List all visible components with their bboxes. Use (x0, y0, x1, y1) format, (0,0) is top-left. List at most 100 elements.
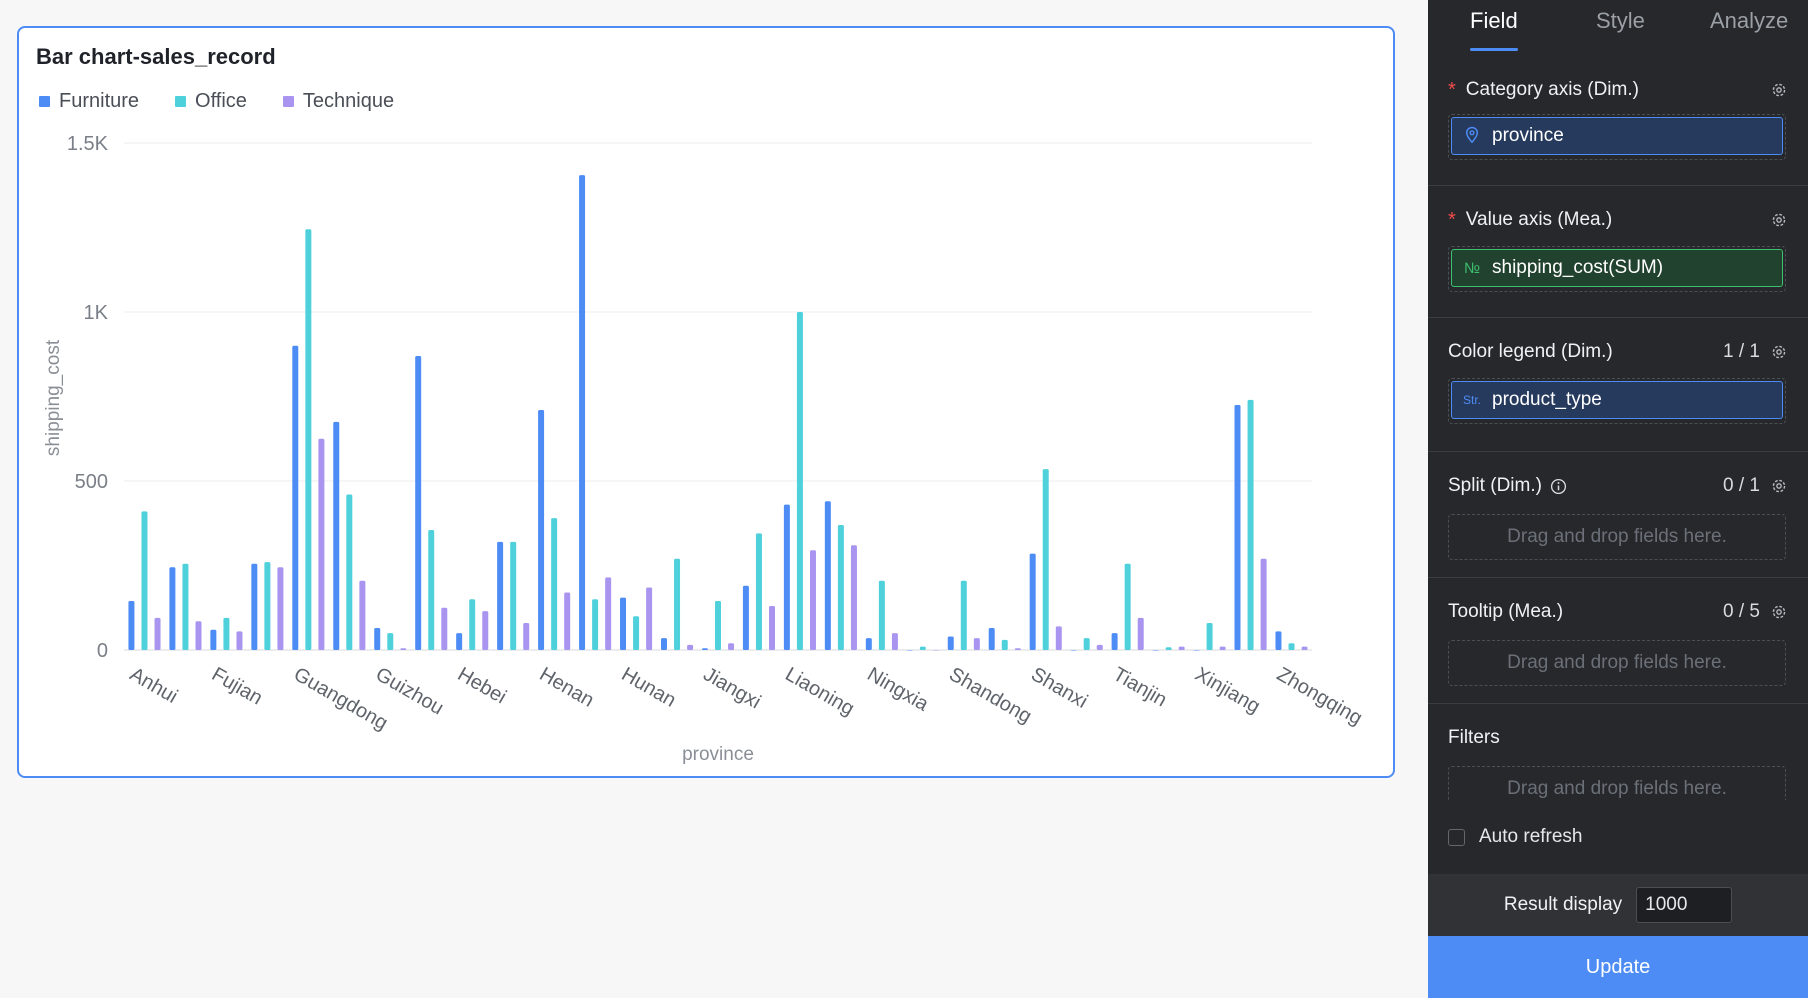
bar-office-heilongjiang[interactable] (510, 541, 517, 650)
bar-technique-shandong[interactable] (973, 638, 980, 650)
bar-technique-liaoning[interactable] (809, 550, 816, 650)
bar-office-liaoning[interactable] (796, 312, 803, 650)
color-legend-drop-zone[interactable]: Str. product_type (1448, 378, 1786, 424)
bar-technique-jilin[interactable] (769, 606, 776, 650)
bar-office-xinjiang[interactable] (1206, 622, 1213, 650)
bar-furniture-guangdong[interactable] (292, 345, 299, 650)
tab-field[interactable]: Field (1470, 8, 1518, 34)
bar-office-jilin[interactable] (755, 533, 762, 650)
bar-furniture-xinjiang[interactable] (1193, 650, 1200, 651)
gear-icon[interactable] (1770, 81, 1788, 99)
bar-office-inner-mongolia[interactable] (674, 558, 681, 650)
bar-furniture-heilongjiang[interactable] (497, 541, 504, 650)
bar-office-jiangxi[interactable] (715, 600, 721, 650)
bar-office-guangdong[interactable] (305, 229, 312, 650)
value-axis-drop-zone[interactable]: № shipping_cost(SUM) (1448, 246, 1786, 292)
bar-furniture-shandong[interactable] (947, 636, 954, 650)
bar-office-tibet[interactable] (1165, 647, 1172, 650)
bar-technique-fujian[interactable] (236, 631, 243, 650)
bar-office-fujian[interactable] (223, 617, 230, 650)
bar-technique-gansu[interactable] (277, 567, 284, 650)
tab-analyze[interactable]: Analyze (1710, 8, 1788, 34)
bar-technique-shanxi[interactable] (1055, 626, 1062, 650)
bar-furniture-tianjin[interactable] (1111, 633, 1118, 650)
bar-technique-jiangxi[interactable] (728, 643, 735, 650)
bar-office-gansu[interactable] (264, 562, 271, 650)
bar-technique-tibet[interactable] (1178, 646, 1185, 650)
bar-furniture-ningxia2[interactable] (865, 638, 872, 650)
bar-furniture-guizhou[interactable] (374, 628, 381, 650)
tab-style[interactable]: Style (1596, 8, 1645, 34)
gear-icon[interactable] (1770, 603, 1788, 621)
bar-technique-hubei[interactable] (605, 577, 612, 650)
bar-office-zhongqing[interactable] (1288, 643, 1295, 650)
bar-furniture-hebei[interactable] (456, 633, 463, 650)
bar-technique-tianjin[interactable] (1137, 617, 1144, 650)
bar-technique-hainan[interactable] (441, 607, 448, 650)
bar-office-beijing[interactable] (182, 563, 189, 650)
bar-furniture-jiangxi[interactable] (701, 648, 708, 650)
bar-furniture-guangxi[interactable] (333, 421, 340, 650)
bar-technique-hebei[interactable] (482, 611, 489, 650)
bar-furniture-sichuan[interactable] (1070, 650, 1077, 651)
bar-technique-xinjiang[interactable] (1219, 646, 1226, 650)
field-pill-province[interactable]: province (1451, 117, 1783, 155)
bar-office-shanxi[interactable] (1042, 469, 1049, 650)
bar-office-ningxia[interactable] (837, 524, 844, 650)
bar-technique-sichuan[interactable] (1096, 644, 1103, 650)
filters-drop-zone[interactable]: Drag and drop fields here. (1448, 766, 1786, 800)
bar-technique-inner-mongolia[interactable] (687, 644, 694, 650)
bar-office-hubei[interactable] (592, 599, 599, 650)
info-icon[interactable] (1550, 478, 1567, 495)
bar-technique-shanghai[interactable] (1014, 648, 1021, 650)
category-axis-drop-zone[interactable]: province (1448, 114, 1786, 160)
bar-technique-guangxi[interactable] (359, 580, 366, 650)
bar-furniture-fujian[interactable] (210, 629, 217, 650)
bar-office-shanghai[interactable] (1001, 639, 1008, 650)
bar-office-guizhou[interactable] (387, 633, 394, 650)
bar-furniture-ningxia[interactable] (824, 501, 831, 650)
bar-office-henan[interactable] (551, 518, 558, 650)
bar-technique-qinghai[interactable] (932, 650, 939, 651)
bar-furniture-zhongqing[interactable] (1275, 631, 1282, 650)
bar-furniture-shanghai[interactable] (988, 628, 995, 650)
bar-furniture-qinghai[interactable] (906, 650, 913, 651)
gear-icon[interactable] (1770, 211, 1788, 229)
bar-furniture-anhui[interactable] (128, 600, 135, 650)
bar-office-yunnan[interactable] (1247, 399, 1254, 650)
bar-office-hebei[interactable] (469, 599, 476, 650)
bar-furniture-gansu[interactable] (251, 563, 258, 650)
bar-furniture-hainan[interactable] (415, 355, 422, 650)
gear-icon[interactable] (1770, 477, 1788, 495)
bar-furniture-inner-mongolia[interactable] (660, 638, 667, 650)
bar-technique-heilongjiang[interactable] (523, 622, 530, 650)
bar-furniture-shanxi[interactable] (1029, 553, 1036, 650)
bar-technique-zhongqing[interactable] (1301, 646, 1308, 650)
bar-technique-hunan[interactable] (646, 587, 653, 650)
bar-furniture-henan[interactable] (538, 410, 545, 650)
bar-office-shandong[interactable] (960, 580, 967, 650)
bar-office-guangxi[interactable] (346, 494, 353, 650)
bar-furniture-hubei[interactable] (579, 175, 586, 651)
bar-technique-guizhou[interactable] (400, 648, 407, 650)
auto-refresh-toggle[interactable]: Auto refresh (1448, 826, 1583, 848)
bar-furniture-yunnan[interactable] (1234, 404, 1241, 650)
bar-furniture-liaoning[interactable] (783, 504, 790, 650)
split-drop-zone[interactable]: Drag and drop fields here. (1448, 514, 1786, 560)
result-display-input[interactable] (1636, 887, 1733, 923)
bar-technique-guangdong[interactable] (318, 438, 325, 650)
bar-furniture-hunan[interactable] (620, 597, 627, 650)
bar-office-qinghai[interactable] (919, 646, 926, 650)
bar-office-ningxia2[interactable] (878, 580, 885, 650)
bar-furniture-beijing[interactable] (169, 567, 176, 650)
bar-chart[interactable]: 05001K1.5K Anhui Fujian GuangdongGuizhou He… (0, 0, 1420, 790)
bar-technique-ningxia2[interactable] (891, 633, 898, 650)
bar-technique-henan[interactable] (564, 592, 571, 650)
auto-refresh-checkbox[interactable] (1448, 828, 1465, 846)
bar-office-tianjin[interactable] (1124, 563, 1131, 650)
bar-office-hainan[interactable] (428, 530, 435, 650)
bar-office-sichuan[interactable] (1083, 638, 1090, 650)
tooltip-drop-zone[interactable]: Drag and drop fields here. (1448, 640, 1786, 686)
bar-technique-beijing[interactable] (195, 621, 202, 650)
gear-icon[interactable] (1770, 343, 1788, 361)
